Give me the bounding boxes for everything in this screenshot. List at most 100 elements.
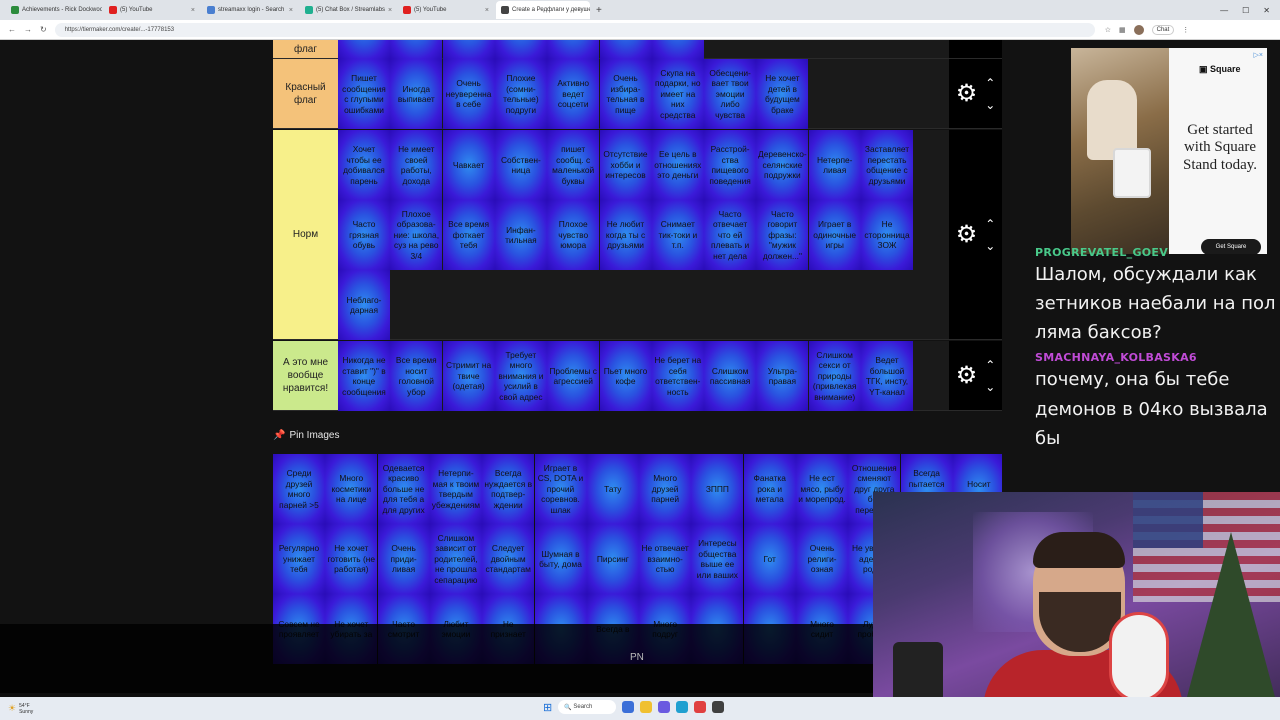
tier-card[interactable]: пишет сообщ. с маленькой буквы xyxy=(547,130,600,200)
tier-card[interactable]: Никогда не ставит ")" в конце сообщения xyxy=(338,341,390,411)
tier-card[interactable] xyxy=(651,40,704,59)
pin-card[interactable]: Всегда нуждается в подтвер-ждении xyxy=(482,454,535,524)
tier-label[interactable]: Красный флаг xyxy=(273,59,338,128)
gear-icon[interactable]: ⚙ xyxy=(956,81,978,106)
star-icon[interactable]: ☆ xyxy=(1105,26,1111,34)
tier-card[interactable]: Не имеет своей работы, дохода xyxy=(390,130,443,200)
pin-card[interactable]: Не хочет готовить (не работая) xyxy=(325,524,378,594)
pin-card[interactable]: Много друзей парней xyxy=(639,454,692,524)
tier-card[interactable]: Стримит на твиче (одетая) xyxy=(442,341,495,411)
pin-card[interactable]: Следует двойным стандартам xyxy=(482,524,535,594)
maximize-icon[interactable]: ☐ xyxy=(1242,6,1249,15)
tier-card[interactable]: Пьет много кофе xyxy=(599,341,652,411)
pin-card[interactable]: Нетерпи-мая к твоим твердым убеждениям xyxy=(429,454,482,524)
square-ad[interactable]: ▷× ▣ Square Get started with Square Stan… xyxy=(1071,48,1267,254)
minimize-icon[interactable]: — xyxy=(1220,6,1228,15)
menu-icon[interactable]: ⋮ xyxy=(1182,26,1189,34)
pin-card[interactable]: Очень религи-озная xyxy=(796,524,848,594)
tier-label[interactable]: флаг xyxy=(273,40,338,58)
tier-card[interactable]: Неблаго-дарная xyxy=(338,270,390,340)
file-explorer-icon[interactable] xyxy=(640,701,653,713)
tier-card[interactable]: Слишком секси от природы (привлекая вним… xyxy=(808,341,861,411)
tier-card[interactable]: Слишком пассивная xyxy=(704,341,757,411)
move-up-icon[interactable]: ⌃ xyxy=(985,77,995,89)
tier-card[interactable] xyxy=(599,40,652,59)
tier-label[interactable]: Норм xyxy=(273,130,338,339)
pin-card[interactable]: ЗППП xyxy=(691,454,744,524)
tier-card[interactable]: Активно ведет соцсети xyxy=(547,59,600,129)
tier-card[interactable]: Все время фоткает тебя xyxy=(442,200,495,270)
tier-card[interactable]: Требует много внимания и усилий в свой а… xyxy=(494,341,547,411)
browser-tab[interactable]: (5) Chat Box / Streamlabs × xyxy=(300,1,396,19)
pin-card[interactable]: Фанатка рока и метала xyxy=(743,454,796,524)
move-down-icon[interactable]: ⌄ xyxy=(985,381,995,393)
pin-card[interactable]: Слишком зависит от родителей, не прошла … xyxy=(429,524,482,594)
move-down-icon[interactable]: ⌄ xyxy=(985,99,995,111)
tab-close-icon[interactable]: × xyxy=(188,7,195,14)
tier-card[interactable]: Собствен-ница xyxy=(494,130,547,200)
tier-card[interactable]: Обесцени-вает твои эмоции либо чувства xyxy=(704,59,757,129)
pin-card[interactable]: Играет в CS, DOTA и прочий соревнов. шла… xyxy=(534,454,587,524)
ad-choices-icon[interactable]: ▷× xyxy=(1254,51,1263,59)
tier-card[interactable]: Очень неуверенна в себе xyxy=(442,59,495,129)
tier-card[interactable]: Плохое образова-ние: школа, суз на рево … xyxy=(390,200,443,270)
forward-icon[interactable]: → xyxy=(24,25,32,34)
gear-icon[interactable]: ⚙ xyxy=(956,363,978,388)
tier-card[interactable] xyxy=(442,40,495,59)
tier-card[interactable]: Плохие (сомни-тельные) подруги xyxy=(494,59,547,129)
pin-card[interactable]: Не отвечает взаимно-стью xyxy=(639,524,692,594)
tier-card[interactable]: Пишет сообщения с глупыми ошибками xyxy=(338,59,390,129)
tier-card[interactable]: Не любит когда ты с друзьями xyxy=(599,200,652,270)
pin-card[interactable]: Очень приди-ливая xyxy=(377,524,430,594)
tier-card[interactable]: Часто грязная обувь xyxy=(338,200,390,270)
tier-card[interactable]: Проблемы с агрессией xyxy=(547,341,600,411)
tier-card[interactable]: Хочет чтобы ее добивался парень xyxy=(338,130,390,200)
obs-icon[interactable] xyxy=(712,701,725,713)
tier-card[interactable]: Заставляет перестать общение с друзьями xyxy=(861,130,913,200)
gear-icon[interactable]: ⚙ xyxy=(956,222,978,247)
tab-close-icon[interactable]: × xyxy=(482,7,489,14)
tier-card[interactable] xyxy=(338,40,390,59)
move-down-icon[interactable]: ⌄ xyxy=(985,240,995,252)
tier-card[interactable]: Расстрой-ства пищевого поведения xyxy=(704,130,757,200)
tier-card[interactable]: Скупа на подарки, но имеет на них средст… xyxy=(651,59,704,129)
tier-card[interactable]: Чавкает xyxy=(442,130,495,200)
tier-card[interactable]: Иногда выпивает xyxy=(390,59,443,129)
pin-card[interactable]: Тату xyxy=(586,454,639,524)
tier-card[interactable]: Ведет большой ТГК, инсту, YT-канал xyxy=(861,341,913,411)
address-bar[interactable]: https://tiermaker.com/create/...-1777815… xyxy=(54,22,1095,37)
browser-tab[interactable]: Achievements - Rick Dockwood× xyxy=(6,1,102,19)
tier-card[interactable]: Не берет на себя ответствен-ность xyxy=(651,341,704,411)
pin-card[interactable]: Шумная в быту, дома xyxy=(534,524,587,594)
pin-card[interactable]: Много косметики на лице xyxy=(325,454,378,524)
browser-tab[interactable]: streamaxx login - Search × xyxy=(202,1,298,19)
tier-label[interactable]: А это мне вообще нравится! xyxy=(273,341,338,410)
close-window-icon[interactable]: ✕ xyxy=(1263,6,1270,15)
pin-card[interactable]: Одевается красиво больше не для тебя а д… xyxy=(377,454,430,524)
pin-card[interactable]: Не ест мясо, рыбу и морепрод. xyxy=(796,454,848,524)
tier-card[interactable]: Очень избира-тельная в пище xyxy=(599,59,652,129)
reload-icon[interactable]: ↻ xyxy=(40,25,47,34)
browser-tab[interactable]: Create a Редфлаги у девушек Ti× xyxy=(496,1,590,19)
weather-widget[interactable]: ☀ 54°F Sunny xyxy=(8,703,33,715)
move-up-icon[interactable]: ⌃ xyxy=(985,218,995,230)
tier-card[interactable]: Инфан-тильная xyxy=(494,200,547,270)
tier-card[interactable]: Играет в одиночные игры xyxy=(808,200,861,270)
chat-button[interactable]: Chat xyxy=(1151,24,1175,35)
pin-card[interactable]: Пирсинг xyxy=(586,524,639,594)
tier-card[interactable] xyxy=(390,40,443,59)
profile-avatar[interactable] xyxy=(1133,24,1144,35)
tier-card[interactable]: вины xyxy=(547,40,600,59)
tier-card[interactable]: Часто отвечает что ей плевать и нет дела xyxy=(704,200,757,270)
pin-card[interactable]: Среди друзей много парней >5 xyxy=(273,454,325,524)
extensions-icon[interactable]: ▦ xyxy=(1119,26,1126,34)
browser-tab[interactable]: (5) YouTube × xyxy=(104,1,200,19)
browser-tab[interactable]: (5) YouTube × xyxy=(398,1,494,19)
tier-card[interactable]: Не хочет детей в будущем браке xyxy=(756,59,809,129)
tier-card[interactable] xyxy=(494,40,547,59)
tab-close-icon[interactable]: × xyxy=(385,7,392,14)
tab-close-icon[interactable]: × xyxy=(286,7,293,14)
edge-icon[interactable] xyxy=(676,701,689,713)
move-up-icon[interactable]: ⌃ xyxy=(985,359,995,371)
tier-card[interactable]: Деревенско-селянские подружки xyxy=(756,130,809,200)
